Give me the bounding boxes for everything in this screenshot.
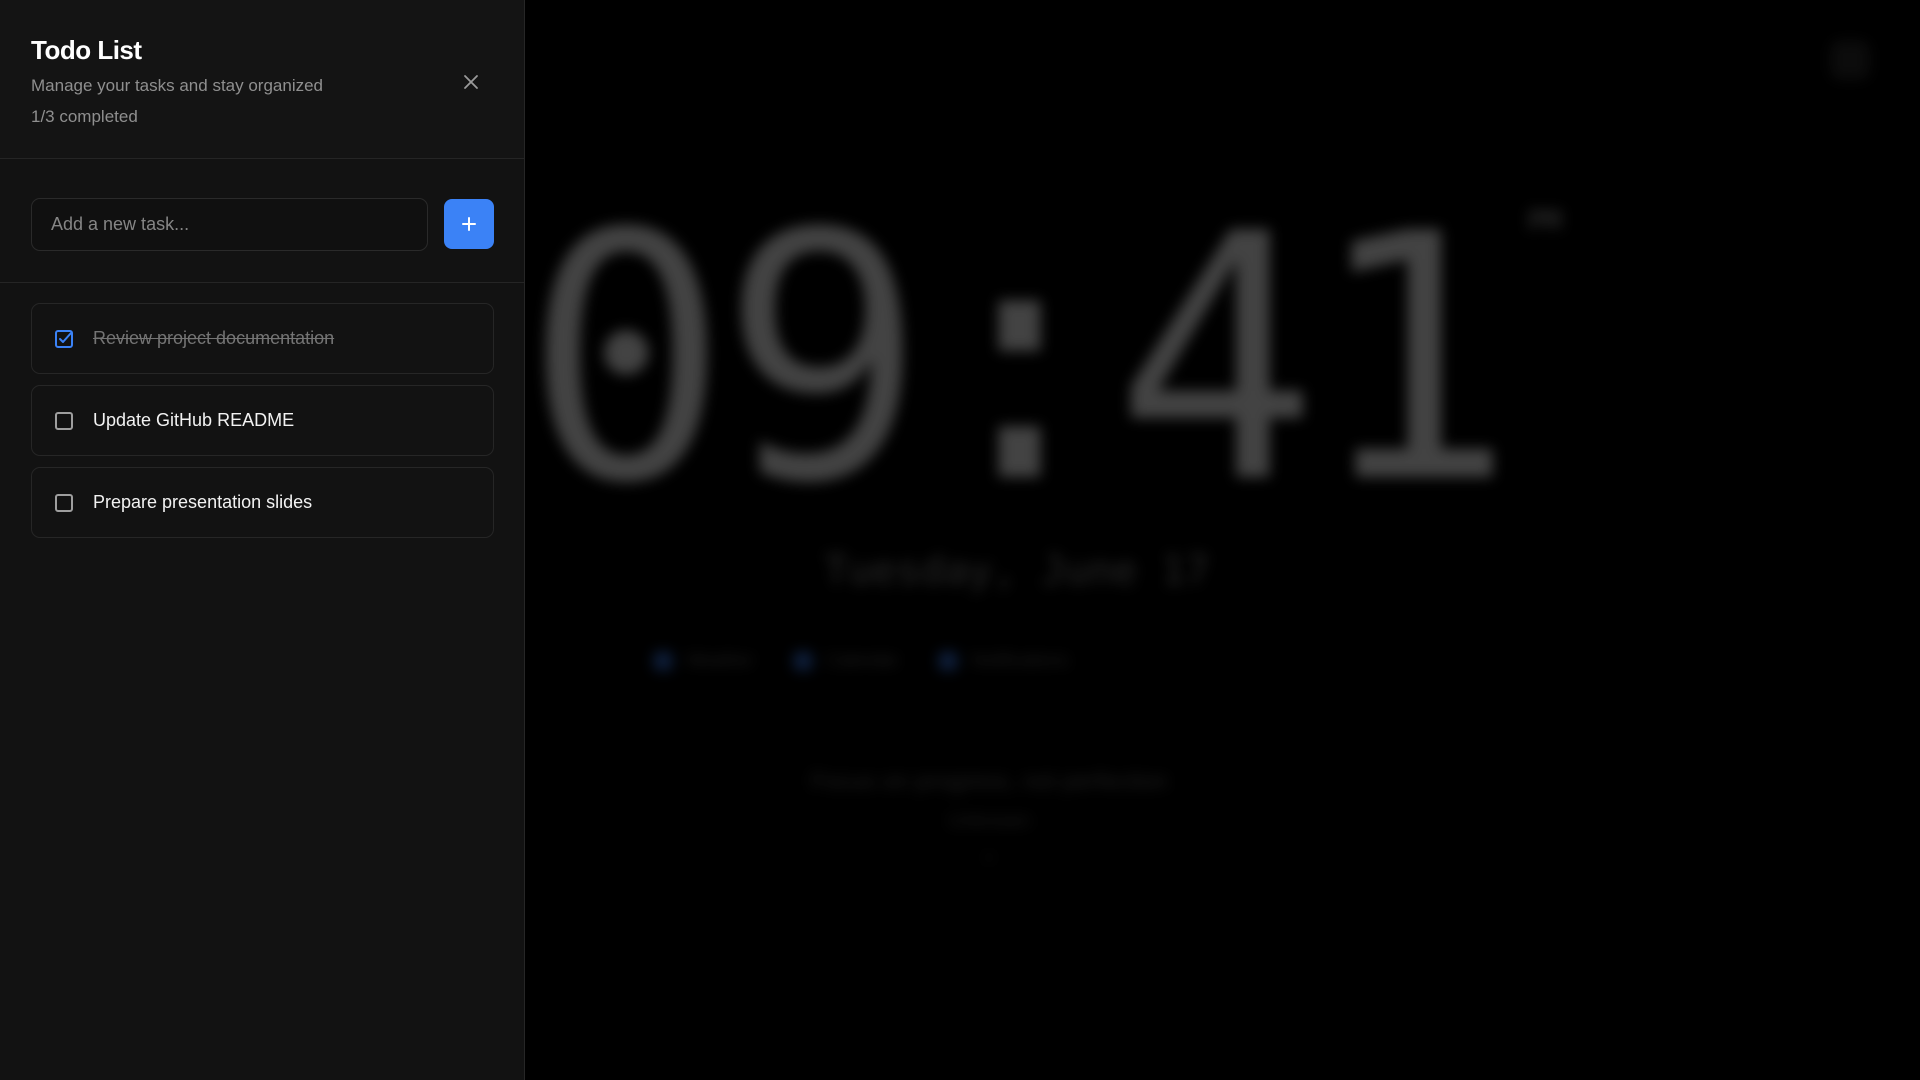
add-task-row [0, 159, 524, 283]
quote-block: Focus on progress, not perfection Unknow… [524, 768, 1454, 871]
settings-icon [1830, 40, 1870, 80]
quote-mark-icon: • [985, 845, 993, 870]
task-list: Review project documentation Update GitH… [31, 303, 494, 549]
clock-time: 09:41 [524, 162, 1515, 558]
todo-header: Todo List Manage your tasks and stay org… [0, 0, 524, 159]
todo-subtitle: Manage your tasks and stay organized [31, 76, 324, 95]
check-icon [55, 329, 73, 348]
plus-icon [462, 217, 476, 231]
status-chip: Calendar [793, 650, 899, 671]
quote-author: Unknown [947, 810, 1031, 832]
checkbox-checked[interactable] [54, 329, 74, 349]
quote-text: Focus on progress, not perfection [810, 768, 1168, 795]
close-button[interactable] [455, 66, 487, 98]
chip-icon [938, 651, 957, 670]
clock-date: Tuesday, June 17 [824, 548, 1210, 594]
close-icon [464, 75, 478, 89]
chip-label: Weather [686, 650, 754, 670]
checkbox-icon [55, 493, 73, 512]
checkbox-icon [55, 411, 73, 430]
clock-row: 09:41 PM [524, 190, 1561, 530]
task-label: Update GitHub README [93, 410, 295, 430]
task-label: Review project documentation [93, 328, 335, 348]
new-task-input[interactable] [31, 198, 428, 251]
checkbox[interactable] [54, 411, 74, 431]
status-chip: Weather [654, 650, 754, 671]
chip-icon [654, 651, 672, 670]
chip-label: Calendar [825, 650, 899, 670]
completed-count: 1/3 completed [31, 107, 138, 126]
status-chips: Weather Calendar Notifications [654, 650, 1069, 671]
add-task-button[interactable] [444, 199, 494, 249]
chip-label: Notifications [970, 650, 1069, 670]
page-title: Todo List [31, 35, 142, 65]
checkbox[interactable] [54, 493, 74, 513]
todo-panel: Todo List Manage your tasks and stay org… [0, 0, 525, 1080]
clock-period: PM [1527, 204, 1562, 237]
clock-backdrop: 09:41 PM Tuesday, June 17 Weather Calend… [524, 0, 1920, 1080]
status-chip: Notifications [938, 650, 1069, 671]
task-label: Prepare presentation slides [93, 492, 313, 512]
list-item[interactable]: Prepare presentation slides [31, 467, 494, 538]
list-item[interactable]: Review project documentation [31, 303, 494, 374]
chip-icon [793, 651, 812, 670]
list-item[interactable]: Update GitHub README [31, 385, 494, 456]
